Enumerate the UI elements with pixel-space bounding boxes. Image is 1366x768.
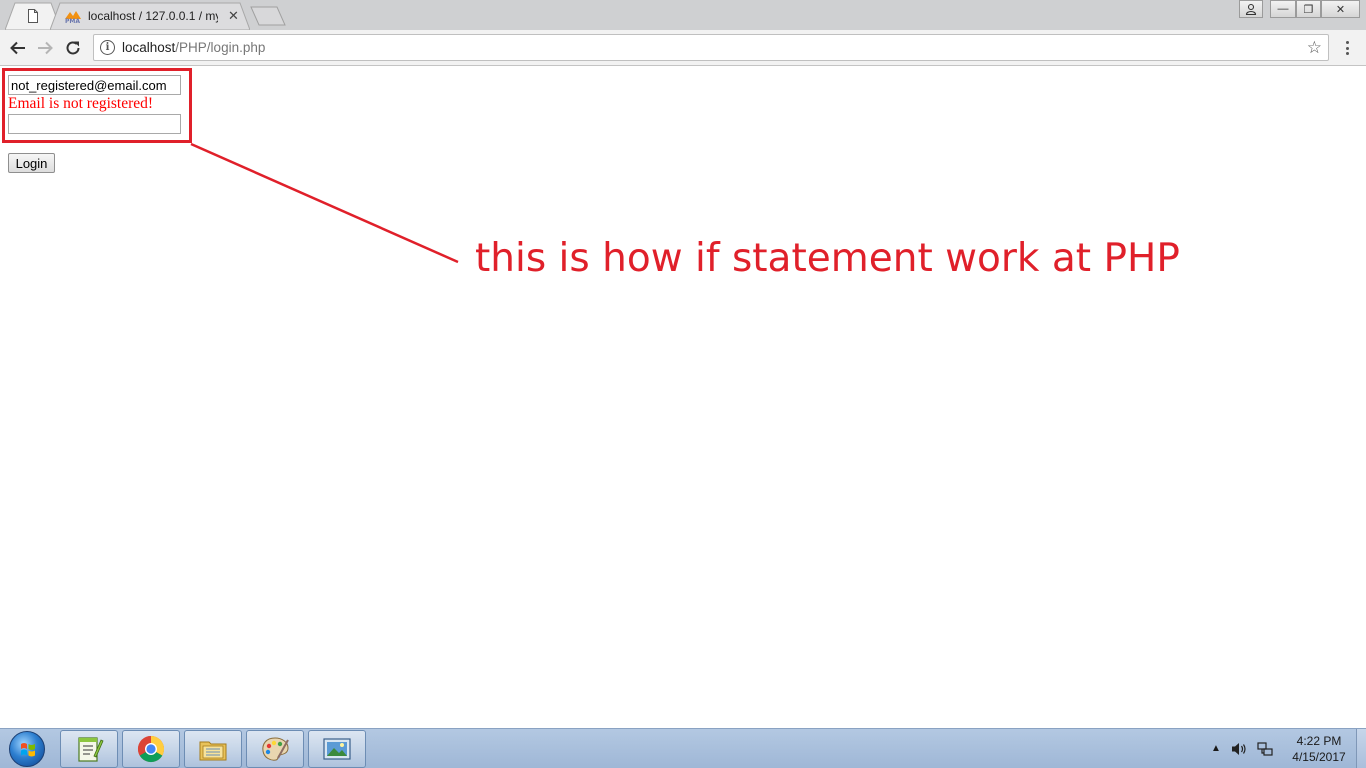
taskbar-image-viewer[interactable] — [308, 730, 366, 768]
tab-strip: PMA localhost / 127.0.0.1 / my ✕ — ❐ ✕ — [0, 0, 1366, 30]
windows-logo-icon — [9, 731, 45, 767]
back-arrow-icon — [10, 41, 25, 55]
chrome-icon — [137, 735, 165, 763]
page-icon — [28, 9, 38, 23]
reload-button[interactable] — [61, 36, 85, 60]
annotation-line — [190, 142, 459, 264]
login-button[interactable]: Login — [8, 153, 55, 173]
show-desktop-button[interactable] — [1356, 729, 1366, 768]
close-icon: ✕ — [1335, 3, 1346, 16]
file-explorer-icon — [199, 741, 227, 761]
close-tab-icon[interactable]: ✕ — [228, 8, 239, 24]
tab-active-content — [27, 2, 39, 30]
page-content: Email is not registered! Login this is h… — [0, 67, 1366, 728]
image-viewer-icon — [323, 738, 351, 760]
start-button[interactable] — [4, 730, 50, 768]
minimize-icon: — — [1277, 3, 1289, 15]
svg-text:PMA: PMA — [65, 18, 80, 23]
phpmyadmin-icon: PMA — [65, 11, 81, 23]
back-button[interactable] — [6, 36, 30, 60]
taskbar-paint[interactable] — [246, 730, 304, 768]
tab-phpmyadmin-content: PMA localhost / 127.0.0.1 / my ✕ — [64, 2, 239, 30]
clock-time: 4:22 PM — [1296, 734, 1342, 748]
reload-icon — [66, 41, 80, 55]
new-tab-button[interactable] — [250, 6, 286, 26]
taskbar-chrome[interactable] — [122, 730, 180, 768]
annotation-text: this is how if statement work at PHP — [475, 236, 1180, 281]
forward-button[interactable] — [33, 36, 57, 60]
maximize-button[interactable]: ❐ — [1296, 0, 1321, 18]
restore-icon: ❐ — [1303, 3, 1314, 16]
user-icon — [1245, 3, 1257, 15]
minimize-button[interactable]: — — [1270, 0, 1296, 18]
address-url[interactable]: localhost/PHP/login.php — [122, 40, 265, 55]
taskbar-notepad-plus-plus[interactable] — [60, 730, 118, 768]
taskbar-file-explorer[interactable] — [184, 730, 242, 768]
tab-title: localhost / 127.0.0.1 / my — [88, 9, 218, 23]
tab-phpmyadmin[interactable]: PMA localhost / 127.0.0.1 / my ✕ — [50, 2, 250, 30]
address-bar[interactable]: i localhost/PHP/login.php ☆ — [93, 34, 1329, 61]
close-window-button[interactable]: ✕ — [1321, 0, 1360, 18]
windows-flag-icon — [21, 743, 35, 757]
show-hidden-icons-icon[interactable]: ▲ — [1211, 743, 1221, 754]
site-info-icon[interactable]: i — [100, 40, 115, 55]
taskbar-clock[interactable]: 4:22 PM 4/15/2017 — [1284, 733, 1354, 765]
notepad-plus-plus-icon — [78, 737, 104, 762]
bookmark-star-icon[interactable]: ☆ — [1307, 38, 1322, 58]
url-path: /PHP/login.php — [175, 40, 266, 55]
volume-icon[interactable] — [1230, 741, 1248, 757]
profile-button[interactable] — [1239, 0, 1263, 18]
menu-dot-icon — [1345, 41, 1349, 44]
clock-date: 4/15/2017 — [1292, 750, 1346, 764]
browser-menu-button[interactable] — [1340, 38, 1354, 58]
browser-toolbar: i localhost/PHP/login.php ☆ — [0, 30, 1366, 66]
annotation-highlight-box — [2, 68, 192, 143]
menu-dot-icon — [1345, 52, 1349, 55]
network-icon[interactable] — [1256, 741, 1274, 757]
url-host: localhost — [122, 40, 176, 55]
taskbar: ▲ 4:22 PM 4/15/2017 — [0, 728, 1366, 768]
paint-icon — [262, 737, 289, 761]
forward-arrow-icon — [38, 41, 53, 55]
menu-dot-icon — [1345, 46, 1349, 50]
